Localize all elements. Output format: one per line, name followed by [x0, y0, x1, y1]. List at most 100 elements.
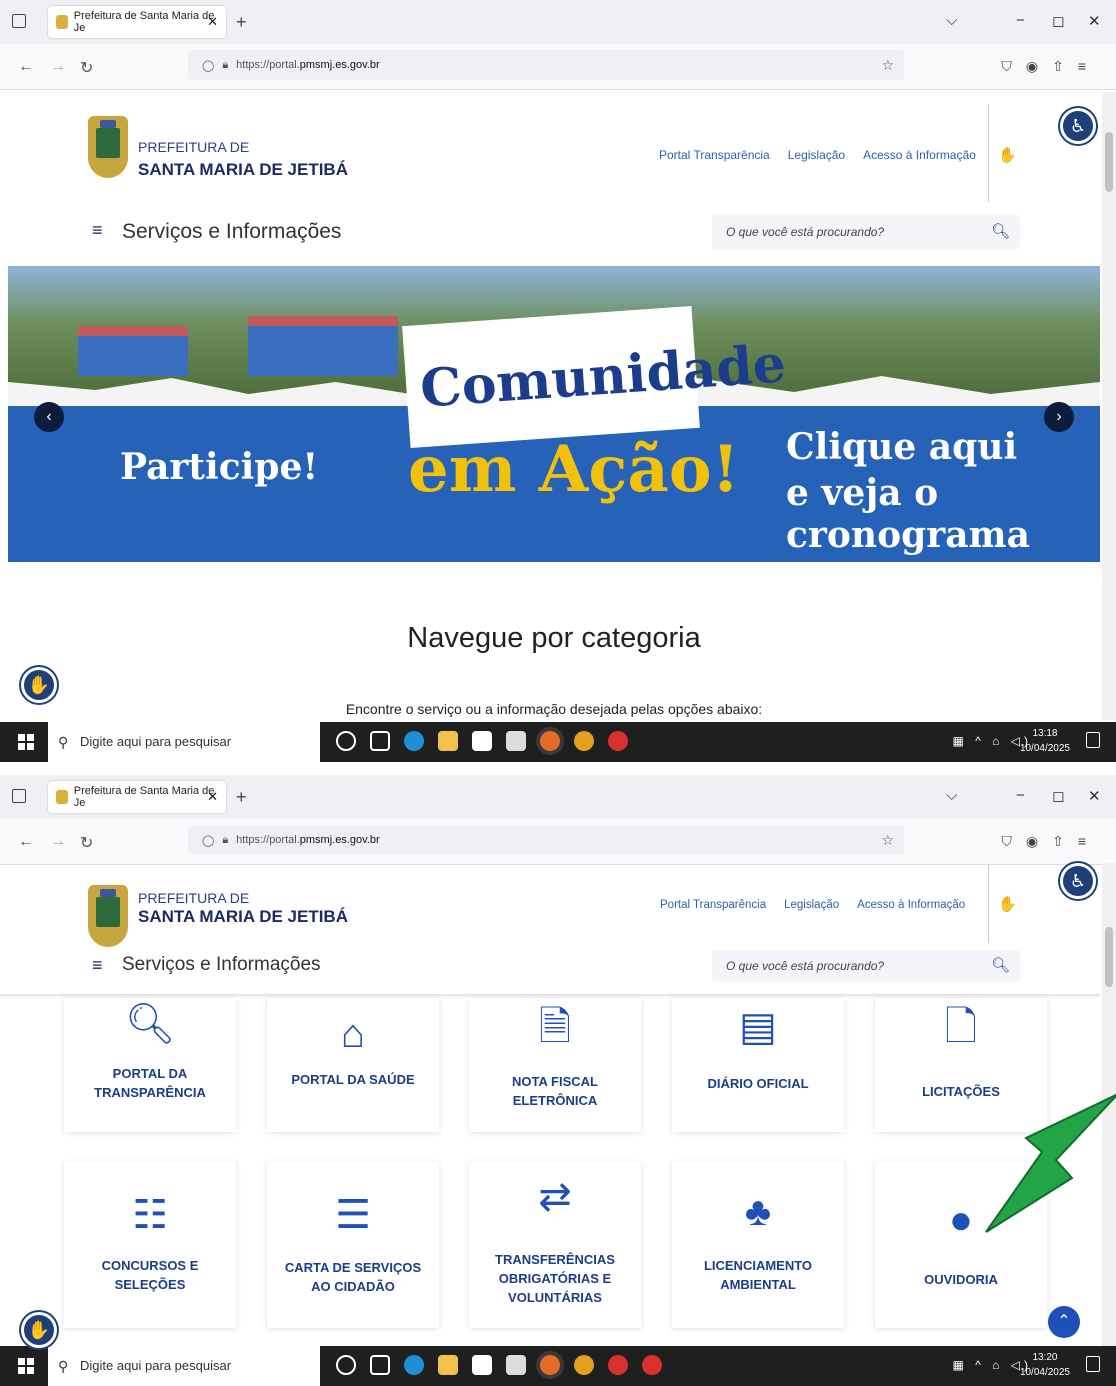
- category-card-licenciamento[interactable]: ♣ LICENCIAMENTO AMBIENTAL: [672, 1162, 844, 1328]
- reload-icon[interactable]: ↻: [80, 833, 93, 853]
- chrome-icon[interactable]: [574, 1355, 594, 1375]
- hamburger-menu-icon[interactable]: ≡: [92, 220, 103, 241]
- firefox-icon[interactable]: [540, 731, 560, 751]
- notifications-icon[interactable]: [1086, 1356, 1100, 1372]
- cortana-icon[interactable]: [336, 1355, 356, 1375]
- close-window-button[interactable]: ✕: [1088, 12, 1101, 30]
- taskbar-clock[interactable]: 13:18 10/04/2025: [1020, 726, 1070, 756]
- close-window-button[interactable]: ✕: [1088, 787, 1101, 805]
- sign-language-icon[interactable]: ✋: [998, 146, 1017, 164]
- tab-overflow-icon[interactable]: ⌵: [946, 787, 957, 804]
- tab-close-icon[interactable]: ✕: [207, 14, 218, 30]
- browser-toolbar-icons[interactable]: ⛉◉⇧≡: [1001, 833, 1100, 850]
- services-menu-title[interactable]: Serviços e Informações: [122, 954, 321, 976]
- shield-icon[interactable]: ◯: [202, 834, 214, 847]
- url-bar[interactable]: ◯ 🔒︎ https://portal.pmsmj.es.gov.br ☆: [188, 825, 904, 855]
- vlibras-icon[interactable]: ✋: [21, 1312, 57, 1348]
- tab-list-icon[interactable]: [12, 14, 26, 28]
- windows-start-icon[interactable]: [18, 734, 34, 750]
- lock-icon[interactable]: 🔒︎: [222, 834, 228, 847]
- browser-tab-bar: Prefeitura de Santa Maria de Je ✕ + ⌵ − …: [0, 0, 1116, 44]
- taskbar-clock[interactable]: 13:20 10/04/2025: [1020, 1350, 1070, 1380]
- site-search-input[interactable]: O que você está procurando? 🔍︎: [712, 215, 1020, 249]
- services-menu-title[interactable]: Serviços e Informações: [122, 220, 341, 244]
- category-card-transparencia[interactable]: 🔍︎ PORTAL DA TRANSPARÊNCIA: [64, 998, 236, 1132]
- minimize-button[interactable]: −: [1016, 12, 1025, 29]
- vlibras-icon[interactable]: ✋: [21, 667, 57, 703]
- url-bar[interactable]: ◯ 🔒︎ https://portal.pmsmj.es.gov.br ☆: [188, 50, 904, 80]
- link-portal-transparencia[interactable]: Portal Transparência: [659, 148, 770, 162]
- link-acesso-informacao[interactable]: Acesso à Informação: [863, 148, 976, 162]
- category-card-transferencias[interactable]: ⇄ TRANSFERÊNCIAS OBRIGATÓRIAS E VOLUNTÁR…: [469, 1162, 641, 1328]
- accessibility-icon[interactable]: ♿: [1060, 108, 1096, 144]
- back-icon[interactable]: ←: [18, 58, 34, 76]
- category-card-carta-servicos[interactable]: ☰ CARTA DE SERVIÇOS AO CIDADÃO: [267, 1162, 439, 1328]
- browser-tab-bar: Prefeitura de Santa Maria de Je ✕ + ⌵ − …: [0, 775, 1116, 819]
- shield-icon[interactable]: ◯: [202, 59, 214, 72]
- maximize-button[interactable]: ◻: [1052, 787, 1064, 805]
- taskbar-search-input[interactable]: ⚲ Digite aqui para pesquisar: [48, 722, 320, 762]
- site-logo[interactable]: [88, 885, 128, 955]
- wps-office-icon[interactable]: [608, 1355, 628, 1375]
- link-acesso-informacao[interactable]: Acesso à Informação: [857, 899, 965, 911]
- search-icon[interactable]: 🔍︎: [991, 950, 1010, 982]
- browser-tab[interactable]: Prefeitura de Santa Maria de Je ✕: [48, 781, 226, 813]
- reload-icon[interactable]: ↻: [80, 58, 93, 78]
- back-to-top-icon[interactable]: ⌃: [1048, 1306, 1080, 1338]
- mail-icon[interactable]: [506, 731, 526, 751]
- link-portal-transparencia[interactable]: Portal Transparência: [660, 899, 766, 911]
- wps-writer-icon[interactable]: [642, 1355, 662, 1375]
- category-label: DIÁRIO OFICIAL: [707, 1076, 809, 1091]
- windows-taskbar: ⚲ Digite aqui para pesquisar ▦ ^ ⌂ ◁) 13:…: [0, 722, 1116, 762]
- tab-close-icon[interactable]: ✕: [207, 789, 218, 805]
- sign-language-icon[interactable]: ✋: [998, 895, 1017, 913]
- category-card-saude[interactable]: ⌂ PORTAL DA SAÚDE: [267, 998, 439, 1132]
- banner-building: [248, 316, 398, 376]
- edge-icon[interactable]: [404, 1355, 424, 1375]
- site-search-input[interactable]: O que você está procurando? 🔍︎: [712, 950, 1020, 982]
- minimize-button[interactable]: −: [1016, 787, 1025, 804]
- site-logo[interactable]: [88, 116, 128, 186]
- lock-icon[interactable]: 🔒︎: [222, 59, 228, 72]
- hero-banner[interactable]: Comunidade em Ação! Participe! Clique aq…: [8, 266, 1100, 562]
- tree-building-icon: ♣: [744, 1190, 772, 1234]
- firefox-icon[interactable]: [540, 1355, 560, 1375]
- tab-list-icon[interactable]: [12, 789, 26, 803]
- forward-icon[interactable]: →: [50, 58, 66, 76]
- new-tab-icon[interactable]: +: [236, 787, 247, 808]
- windows-start-icon[interactable]: [18, 1358, 34, 1374]
- carousel-next-icon[interactable]: ›: [1044, 402, 1074, 432]
- taskbar-search-input[interactable]: ⚲ Digite aqui para pesquisar: [48, 1346, 320, 1386]
- maximize-button[interactable]: ◻: [1052, 12, 1064, 30]
- category-card-diario-oficial[interactable]: ▤ DIÁRIO OFICIAL: [672, 998, 844, 1132]
- edge-icon[interactable]: [404, 731, 424, 751]
- search-icon[interactable]: 🔍︎: [991, 215, 1010, 249]
- forward-icon[interactable]: →: [50, 833, 66, 851]
- back-icon[interactable]: ←: [18, 833, 34, 851]
- carousel-prev-icon[interactable]: ‹: [34, 402, 64, 432]
- new-tab-icon[interactable]: +: [236, 12, 247, 33]
- file-explorer-icon[interactable]: [438, 731, 458, 751]
- category-card-nota-fiscal[interactable]: 🗎︎ NOTA FISCAL ELETRÔNICA: [469, 998, 641, 1132]
- category-card-concursos[interactable]: ☷ CONCURSOS E SELEÇÕES: [64, 1162, 236, 1328]
- file-explorer-icon[interactable]: [438, 1355, 458, 1375]
- chrome-icon[interactable]: [574, 731, 594, 751]
- bookmark-star-icon[interactable]: ☆: [881, 832, 894, 849]
- cortana-icon[interactable]: [336, 731, 356, 751]
- banner-building: [78, 326, 188, 376]
- browser-toolbar-icons[interactable]: ⛉◉⇧≡: [1001, 58, 1100, 75]
- wps-office-icon[interactable]: [608, 731, 628, 751]
- notifications-icon[interactable]: [1086, 732, 1100, 748]
- bookmark-star-icon[interactable]: ☆: [881, 57, 894, 74]
- tab-overflow-icon[interactable]: ⌵: [946, 12, 957, 29]
- mail-icon[interactable]: [506, 1355, 526, 1375]
- link-legislacao[interactable]: Legislação: [788, 148, 845, 162]
- accessibility-icon[interactable]: ♿: [1060, 863, 1096, 899]
- task-view-icon[interactable]: [370, 1355, 390, 1375]
- hamburger-menu-icon[interactable]: ≡: [92, 955, 103, 976]
- store-icon[interactable]: [472, 1355, 492, 1375]
- store-icon[interactable]: [472, 731, 492, 751]
- task-view-icon[interactable]: [370, 731, 390, 751]
- browser-tab[interactable]: Prefeitura de Santa Maria de Je ✕: [48, 6, 226, 38]
- link-legislacao[interactable]: Legislação: [784, 899, 839, 911]
